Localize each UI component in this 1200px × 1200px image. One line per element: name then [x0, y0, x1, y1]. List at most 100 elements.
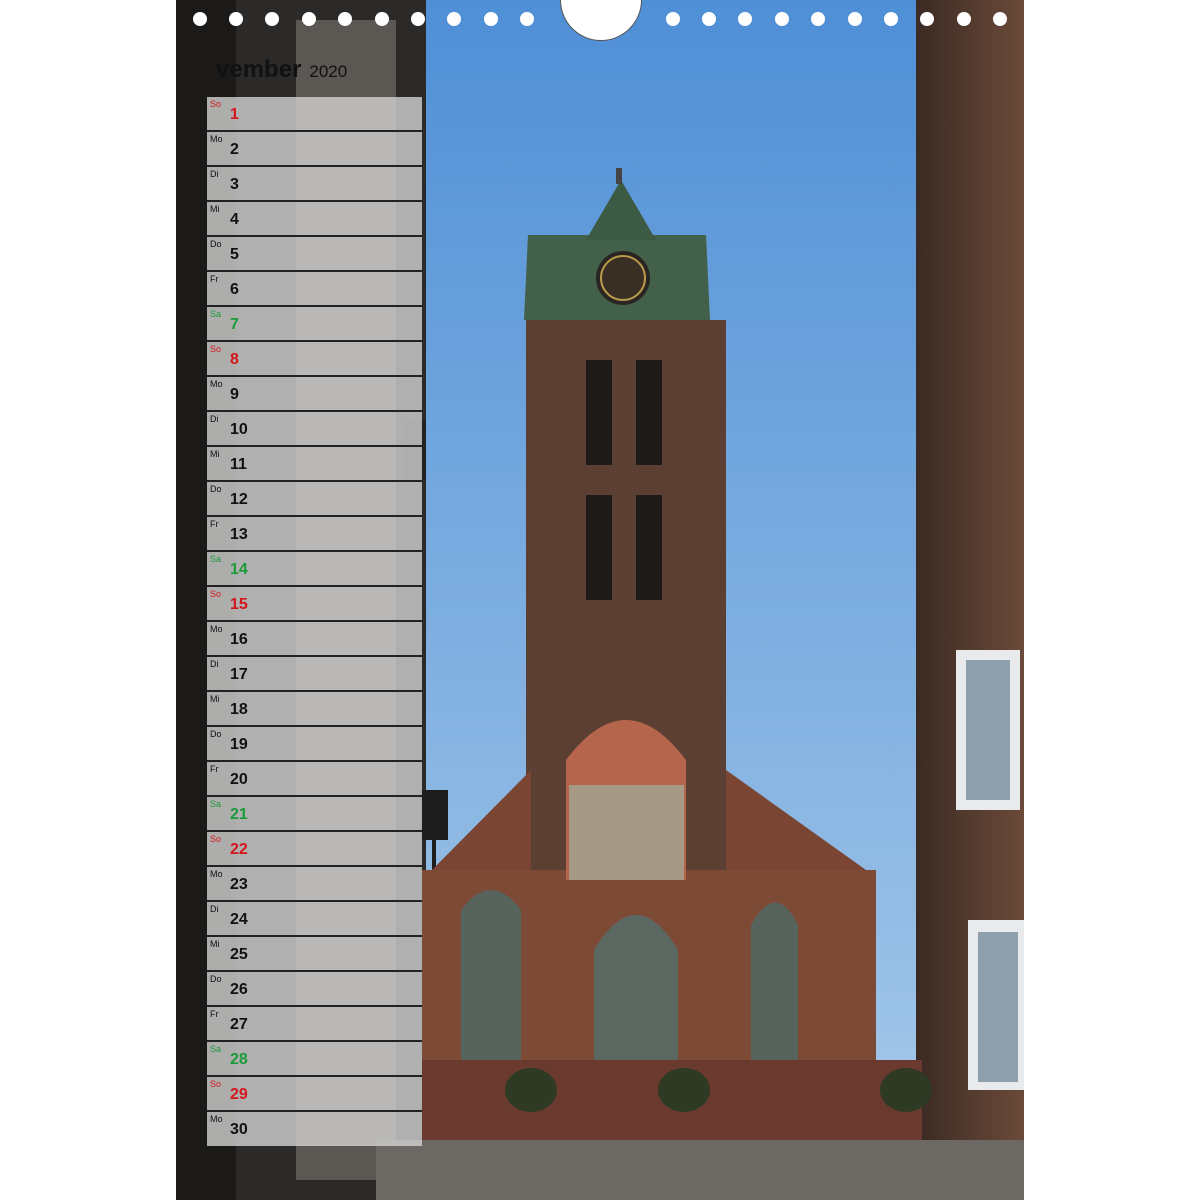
binding-hole-icon [484, 12, 498, 26]
weekday-label: Di [210, 169, 219, 179]
day-row: Fr 6 [207, 272, 422, 307]
day-row: Mi 4 [207, 202, 422, 237]
day-row: Do 5 [207, 237, 422, 272]
day-number: 8 [230, 351, 239, 368]
day-row: Di 10 [207, 412, 422, 447]
binding-hole-icon [884, 12, 898, 26]
weekday-label: Fr [210, 764, 219, 774]
day-row: Fr 27 [207, 1007, 422, 1042]
day-number: 28 [230, 1051, 248, 1068]
weekday-label: Do [210, 729, 222, 739]
weekday-label: Do [210, 484, 222, 494]
weekday-label: Di [210, 904, 219, 914]
day-row: Sa 28 [207, 1042, 422, 1077]
weekday-label: Do [210, 974, 222, 984]
day-row: Mi 25 [207, 937, 422, 972]
day-number: 1 [230, 106, 239, 123]
weekday-label: So [210, 99, 222, 109]
weekday-label: Mi [210, 449, 220, 459]
weekday-label: Mo [210, 379, 223, 389]
binding-hole-icon [811, 12, 825, 26]
day-row: Mi 18 [207, 692, 422, 727]
day-number: 3 [230, 176, 239, 193]
weekday-label: Mi [210, 204, 220, 214]
weekday-label: Fr [210, 1009, 219, 1019]
binding-hole-icon [229, 12, 243, 26]
day-row: So 22 [207, 832, 422, 867]
binding-hole-icon [338, 12, 352, 26]
binding-hole-icon [848, 12, 862, 26]
weekday-label: Di [210, 659, 219, 669]
day-number: 6 [230, 281, 239, 298]
day-number: 21 [230, 806, 248, 823]
binding-hole-icon [738, 12, 752, 26]
day-row: Sa 14 [207, 552, 422, 587]
weekday-label: Sa [210, 309, 222, 319]
day-row: Mo 9 [207, 377, 422, 412]
weekday-label: Di [210, 414, 219, 424]
weekday-label: Sa [210, 799, 222, 809]
binding-hole-icon [520, 12, 534, 26]
weekday-label: So [210, 589, 222, 599]
weekday-label: Mi [210, 939, 220, 949]
day-row: Mo 2 [207, 132, 422, 167]
day-number: 17 [230, 666, 248, 683]
weekday-label: Mi [210, 694, 220, 704]
day-row: Mo 23 [207, 867, 422, 902]
binding-hole-icon [957, 12, 971, 26]
binding-hole-icon [265, 12, 279, 26]
weekday-label: Sa [210, 1044, 222, 1054]
day-row: Di 3 [207, 167, 422, 202]
day-row: Do 19 [207, 727, 422, 762]
day-number: 30 [230, 1121, 248, 1138]
day-number: 18 [230, 701, 248, 718]
day-number: 5 [230, 246, 239, 263]
binding-hole-icon [302, 12, 316, 26]
day-number: 20 [230, 771, 248, 788]
month-name: vember [216, 56, 302, 83]
binding-hole-icon [702, 12, 716, 26]
weekday-label: Fr [210, 274, 219, 284]
day-row: Sa 7 [207, 307, 422, 342]
binding-hole-icon [666, 12, 680, 26]
day-row: Mi 11 [207, 447, 422, 482]
day-number: 19 [230, 736, 248, 753]
binding-hole-icon [447, 12, 461, 26]
day-number: 29 [230, 1086, 248, 1103]
day-row: So 15 [207, 587, 422, 622]
binding-hole-icon [193, 12, 207, 26]
day-row: So 1 [207, 97, 422, 132]
weekday-label: Fr [210, 519, 219, 529]
year-label: 2020 [309, 62, 348, 81]
month-heading: vember 2020 [216, 56, 347, 90]
day-number: 26 [230, 981, 248, 998]
day-row: Mo 16 [207, 622, 422, 657]
weekday-label: Mo [210, 134, 223, 144]
day-number: 14 [230, 561, 248, 578]
day-row: Fr 13 [207, 517, 422, 552]
day-row: Di 17 [207, 657, 422, 692]
weekday-label: Mo [210, 624, 223, 634]
day-row: So 29 [207, 1077, 422, 1112]
binding-hole-icon [775, 12, 789, 26]
weekday-label: Do [210, 239, 222, 249]
binding-hole-icon [993, 12, 1007, 26]
day-number: 15 [230, 596, 248, 613]
day-row: Di 24 [207, 902, 422, 937]
day-number: 4 [230, 211, 239, 228]
weekday-label: Mo [210, 869, 223, 879]
binding-hole-icon [375, 12, 389, 26]
day-list: So 1 Mo 2 Di 3 Mi 4 Do 5 Fr 6 Sa 7 So 8 Mo 9 Di 10 Mi 11 Do 12 F… [207, 97, 422, 1146]
spiral-binding [176, 0, 1024, 41]
weekday-label: Sa [210, 554, 222, 564]
binding-hole-icon [411, 12, 425, 26]
day-number: 12 [230, 491, 248, 508]
day-number: 2 [230, 141, 239, 158]
hanger-cutout-icon [560, 0, 642, 41]
day-number: 22 [230, 841, 248, 858]
day-number: 23 [230, 876, 248, 893]
day-row: Sa 21 [207, 797, 422, 832]
weekday-label: So [210, 834, 222, 844]
binding-hole-icon [920, 12, 934, 26]
day-row: Mo 30 [207, 1112, 422, 1146]
